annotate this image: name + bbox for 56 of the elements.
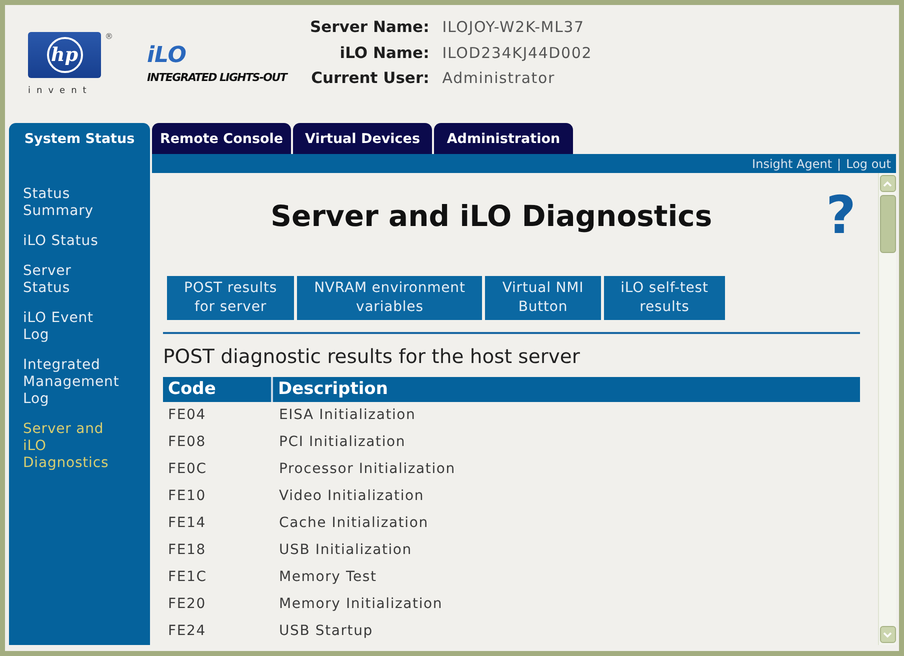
table-cell-text: Processor Initialization [278, 460, 456, 479]
section-button[interactable]: iLO self-test results [604, 276, 726, 320]
page-title: Server and iLO Diagnostics [270, 198, 712, 234]
info-label: iLO Name: [340, 42, 430, 64]
header-link[interactable]: Log out [846, 156, 891, 170]
info-value: Administrator [442, 68, 555, 89]
section-button[interactable]: NVRAM environment variables [297, 276, 482, 320]
table-cell-text: FE1C [167, 568, 208, 587]
sidebar-link[interactable]: iLO Event Log [23, 310, 94, 344]
info-value: ILOD234KJ44D002 [442, 42, 592, 64]
table-cell-text: FE0C [167, 460, 208, 479]
logo-tagline: invent [28, 86, 92, 96]
info-label: Server Name: [310, 17, 430, 38]
link-separator: | [837, 156, 842, 170]
table-cell-text: Memory Initialization [278, 595, 444, 614]
table-cell-text: FE04 [167, 406, 207, 425]
product-name: iLO [147, 44, 186, 68]
registered-mark: ® [105, 32, 113, 42]
tab[interactable]: Virtual Devices [293, 123, 432, 154]
product-subtitle: INTEGRATED LIGHTS-OUT [147, 72, 287, 84]
tab[interactable]: System Status [9, 123, 150, 154]
info-value: ILOJOY-W2K-ML37 [442, 17, 584, 38]
table-cell-text: Video Initialization [278, 487, 426, 506]
table-cell-text: Cache Initialization [278, 514, 430, 533]
column-header: Description [273, 377, 860, 402]
table-cell-text: PCI Initialization [278, 433, 407, 452]
scroll-down-button[interactable] [880, 626, 896, 643]
table-cell-text: USB Initialization [278, 541, 413, 560]
section-heading: POST diagnostic results for the host server [163, 344, 581, 370]
table-cell-text: USB Startup [278, 622, 374, 641]
sidebar-link[interactable]: Server and iLO Diagnostics [23, 421, 109, 472]
table-cell-text: Memory Test [278, 568, 378, 587]
table-cell-text: EISA Initialization [278, 406, 417, 425]
tab[interactable]: Remote Console [152, 123, 291, 154]
column-header: Code [163, 377, 271, 402]
chevron-up-icon [883, 180, 892, 186]
sidebar-link[interactable]: Status Summary [23, 186, 94, 220]
section-button[interactable]: Virtual NMI Button [485, 276, 601, 320]
info-label: Current User: [311, 68, 430, 89]
table-cell-text: FE24 [167, 622, 207, 641]
section-button[interactable]: POST results for server [167, 276, 294, 320]
header-link[interactable]: Insight Agent [752, 156, 832, 170]
table-cell-text: FE18 [167, 541, 207, 560]
table-cell-text: FE08 [167, 433, 207, 452]
sidebar-link[interactable]: Integrated Management Log [23, 357, 120, 408]
table-cell-text: FE20 [167, 595, 207, 614]
sidebar-link[interactable]: Server Status [23, 263, 72, 297]
tab[interactable]: Administration [434, 123, 573, 154]
scroll-up-button[interactable] [880, 175, 896, 192]
table-cell-text: FE10 [167, 487, 207, 506]
logo-text: hp [46, 37, 82, 73]
help-link[interactable]: ? [826, 191, 856, 241]
chevron-down-icon [883, 632, 892, 638]
scrollbar-thumb[interactable] [880, 195, 896, 253]
sidebar-link[interactable]: iLO Status [23, 233, 98, 250]
table-cell-text: FE14 [167, 514, 207, 533]
